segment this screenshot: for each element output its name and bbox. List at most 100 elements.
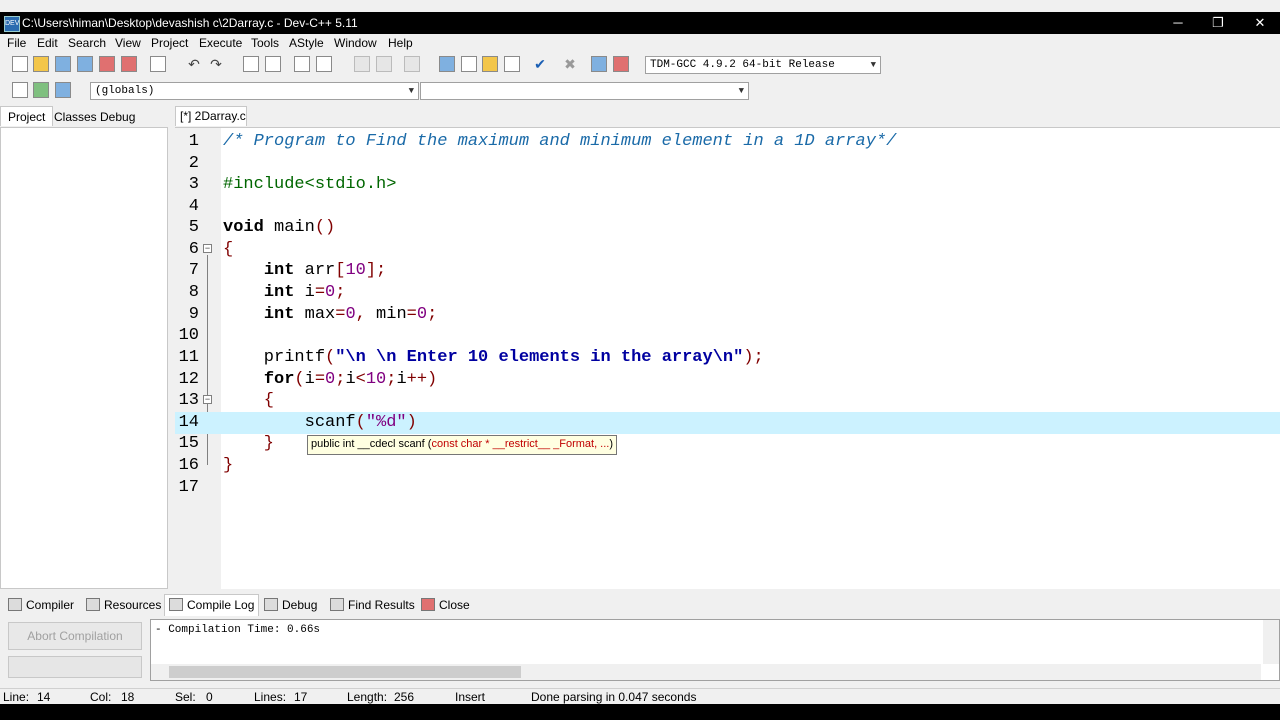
chevron-down-icon: ▼	[738, 86, 744, 96]
function-hint-tooltip: public int __cdecl scanf (const char * _…	[307, 435, 618, 455]
fold-collapse-icon[interactable]: −	[203, 244, 212, 253]
tab-debug-bottom[interactable]: Debug	[264, 598, 317, 612]
check-syntax-icon[interactable]: ✔	[532, 56, 548, 72]
scroll-thumb[interactable]	[169, 666, 521, 678]
stop-icon[interactable]: ✖	[562, 56, 578, 72]
maximize-button[interactable]: ❐	[1198, 14, 1238, 32]
menu-window[interactable]: Window	[334, 36, 377, 50]
fold-collapse-icon[interactable]: −	[203, 395, 212, 404]
globals-select[interactable]: (globals) ▼	[90, 82, 419, 100]
editor-tab-2darray[interactable]: [*] 2Darray.c	[175, 106, 247, 126]
tab-close[interactable]: Close	[421, 598, 470, 612]
menu-execute[interactable]: Execute	[199, 36, 242, 50]
abort-compilation-button[interactable]: Abort Compilation	[8, 622, 142, 650]
menu-bar: File Edit Search View Project Execute To…	[0, 34, 1280, 52]
compiler-icon	[8, 598, 22, 611]
code-line: 4	[188, 197, 199, 216]
code-editor[interactable]: 1 /* Program to Find the maximum and min…	[175, 127, 1280, 589]
compile-log-panel[interactable]: - Compilation Time: 0.66s	[150, 619, 1280, 681]
tab-compile-log[interactable]: Compile Log	[164, 594, 260, 616]
code-line: 3 #include<stdio.h>	[188, 175, 397, 194]
chevron-down-icon: ▼	[408, 86, 414, 96]
insert-icon[interactable]	[33, 82, 49, 98]
debug-icon[interactable]	[613, 56, 629, 72]
save-all-icon[interactable]	[77, 56, 93, 72]
open-file-icon[interactable]	[33, 56, 49, 72]
menu-view[interactable]: View	[115, 36, 141, 50]
secondary-toolbar: (globals) ▼ ▼	[0, 78, 1280, 104]
redo-icon[interactable]: ↷	[208, 56, 224, 72]
bottom-black-strip	[0, 704, 1280, 720]
status-length-value: 256	[394, 690, 415, 704]
indent-icon[interactable]	[294, 56, 310, 72]
window-title: C:\Users\himan\Desktop\devashish c\2Darr…	[22, 16, 358, 30]
undo-icon[interactable]: ↶	[186, 56, 202, 72]
replace-icon[interactable]	[265, 56, 281, 72]
code-line: 9 int max=0, min=0;	[188, 305, 438, 324]
menu-edit[interactable]: Edit	[37, 36, 58, 50]
close-all-icon[interactable]	[121, 56, 137, 72]
menu-astyle[interactable]: AStyle	[289, 36, 324, 50]
unindent-icon[interactable]	[316, 56, 332, 72]
back-icon[interactable]	[354, 56, 370, 72]
app-icon: DEV	[4, 16, 20, 32]
toggle-bookmark-icon[interactable]	[55, 82, 71, 98]
main-toolbar: ↶ ↷ ✔ ✖ TDM-GCC 4.9.2 64-bit Release ▼	[0, 52, 1280, 78]
tab-debug[interactable]: Debug	[100, 110, 135, 124]
chevron-down-icon: ▼	[870, 60, 876, 70]
code-line: 7 int arr[10];	[188, 261, 387, 280]
function-select[interactable]: ▼	[420, 82, 749, 100]
minimize-button[interactable]: ─	[1158, 14, 1198, 32]
code-line: 2	[188, 154, 199, 173]
new-file-icon[interactable]	[12, 56, 28, 72]
menu-project[interactable]: Project	[151, 36, 188, 50]
status-lines-value: 17	[294, 690, 308, 704]
code-line: 13 − {	[178, 391, 275, 410]
status-sel-label: Sel:	[175, 690, 196, 704]
code-line: 12 for(i=0;i<10;i++)	[178, 370, 438, 389]
status-col-label: Col:	[90, 690, 112, 704]
forward-icon[interactable]	[376, 56, 392, 72]
code-line: 1 /* Program to Find the maximum and min…	[188, 132, 897, 151]
tab-project[interactable]: Project	[0, 106, 54, 126]
fullscreen-icon[interactable]	[461, 56, 477, 72]
status-lines-label: Lines:	[254, 690, 287, 704]
status-length-label: Length:	[347, 690, 388, 704]
code-line: 8 int i=0;	[188, 283, 346, 302]
log-vertical-scrollbar[interactable]	[1263, 620, 1279, 664]
print-icon[interactable]	[150, 56, 166, 72]
run-icon[interactable]	[504, 56, 520, 72]
save-icon[interactable]	[55, 56, 71, 72]
compile-icon[interactable]	[482, 56, 498, 72]
compile-log-text: - Compilation Time: 0.66s	[155, 624, 321, 636]
close-window-button[interactable]: ✕	[1240, 14, 1280, 32]
status-insert-mode: Insert	[455, 690, 486, 704]
new-project-icon[interactable]	[439, 56, 455, 72]
status-bar: Line: 14 Col: 18 Sel: 0 Lines: 17 Length…	[0, 688, 1280, 705]
find-icon[interactable]	[243, 56, 259, 72]
menu-file[interactable]: File	[7, 36, 26, 50]
compiler-select[interactable]: TDM-GCC 4.9.2 64-bit Release ▼	[645, 56, 881, 74]
compile-progress-bar	[8, 656, 142, 678]
menu-tools[interactable]: Tools	[251, 36, 279, 50]
close-file-icon[interactable]	[99, 56, 115, 72]
chart-icon[interactable]	[591, 56, 607, 72]
close-panel-icon	[421, 598, 435, 611]
main-decl: void main()	[223, 218, 336, 237]
tab-find-results[interactable]: Find Results	[330, 598, 415, 612]
status-line-label: Line:	[3, 690, 30, 704]
find-results-icon	[330, 598, 344, 611]
project-tree[interactable]	[0, 127, 168, 589]
tab-resources[interactable]: Resources	[86, 598, 161, 612]
menu-help[interactable]: Help	[388, 36, 413, 50]
goto-icon[interactable]	[12, 82, 28, 98]
menu-search[interactable]: Search	[68, 36, 106, 50]
code-line: 11 printf("\n \n Enter 10 elements in th…	[178, 348, 764, 367]
bookmark-icon[interactable]	[404, 56, 420, 72]
title-bar: DEV C:\Users\himan\Desktop\devashish c\2…	[0, 12, 1280, 34]
log-horizontal-scrollbar[interactable]	[151, 664, 1261, 680]
code-line: 6 − {	[188, 240, 234, 259]
status-col-value: 18	[121, 690, 135, 704]
tab-compiler[interactable]: Compiler	[8, 598, 74, 612]
tab-classes[interactable]: Classes	[54, 110, 97, 124]
